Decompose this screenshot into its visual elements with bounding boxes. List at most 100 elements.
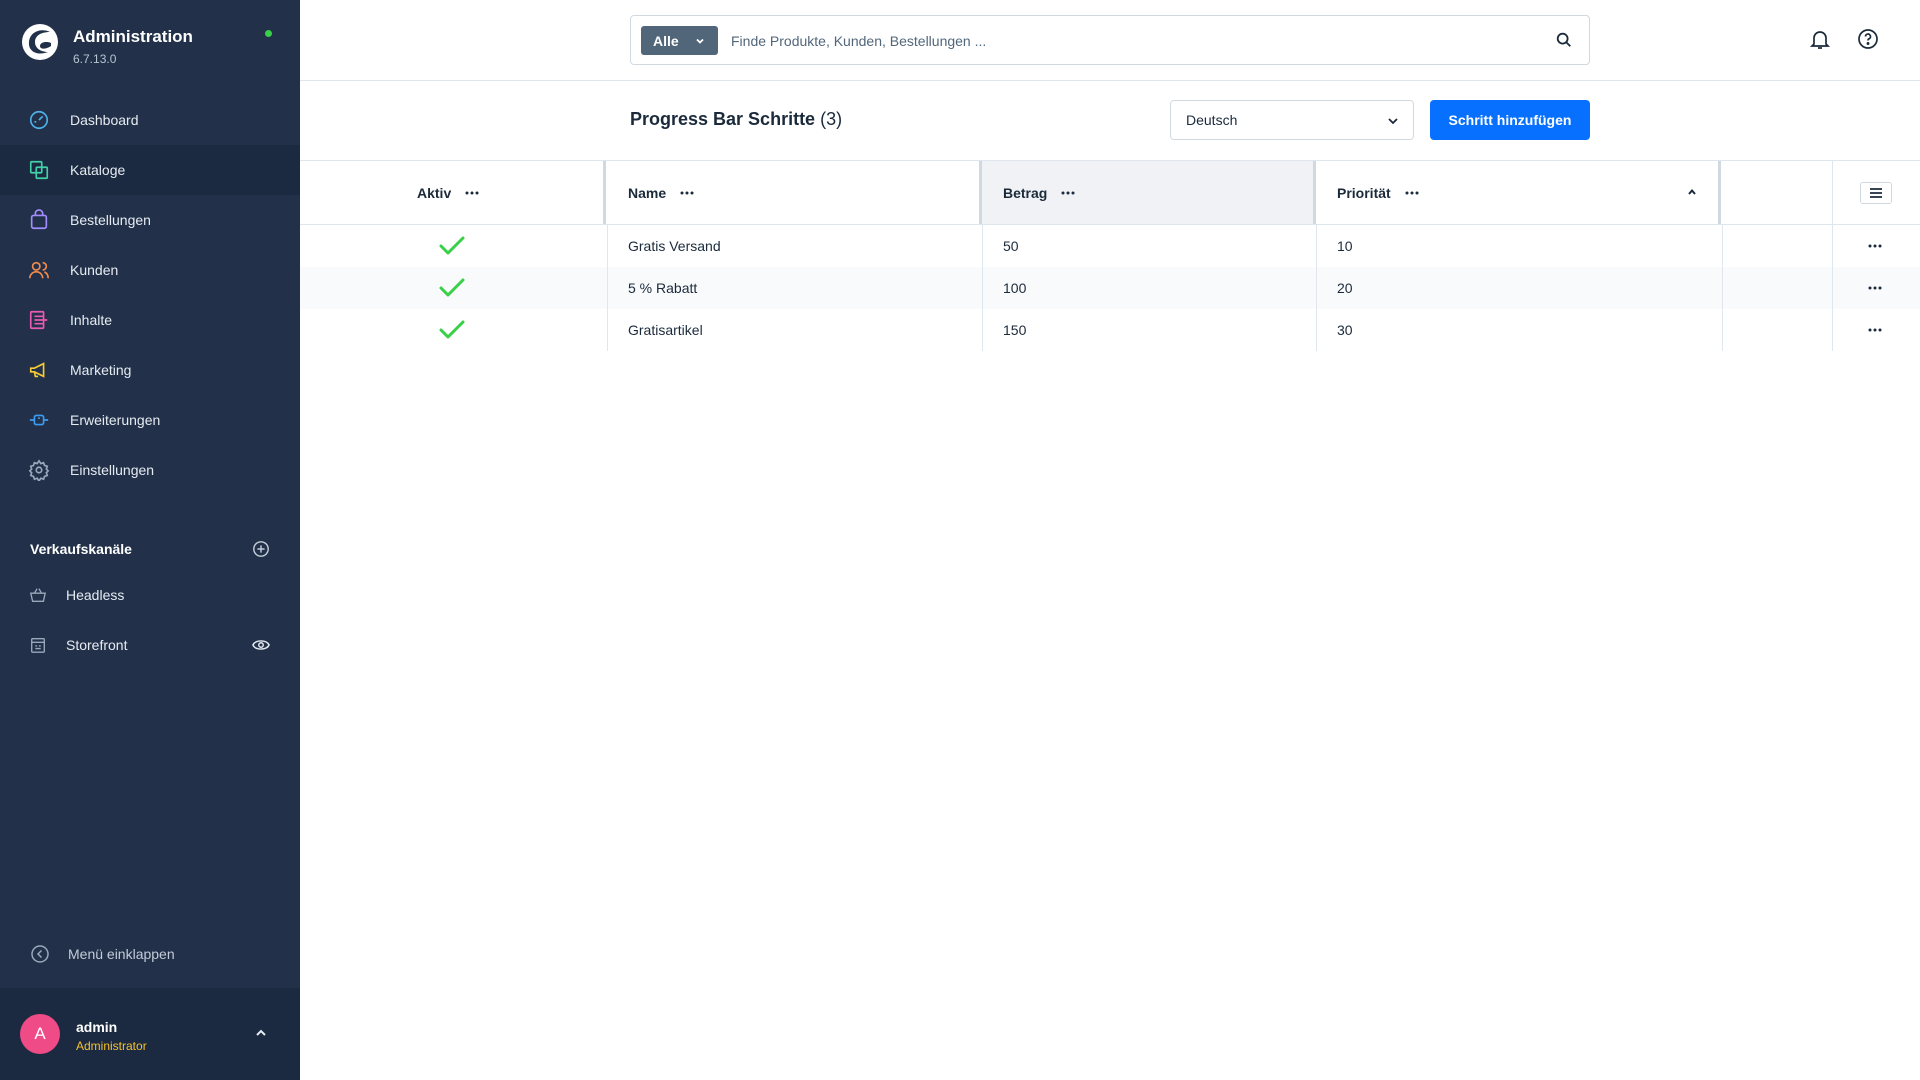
- column-divider: [982, 309, 983, 351]
- nav-label: Kunden: [70, 262, 119, 278]
- nav-item-content[interactable]: Inhalte: [0, 295, 300, 345]
- chevron-up-icon: [256, 1029, 266, 1036]
- shopware-logo-icon: [22, 24, 58, 60]
- nav-item-marketing[interactable]: Marketing: [0, 345, 300, 395]
- nav-label: Inhalte: [70, 312, 113, 328]
- top-bar: Alle: [300, 0, 1920, 81]
- basket-icon: [29, 586, 47, 604]
- collapse-menu-button[interactable]: Menü einklappen: [30, 944, 175, 964]
- search-icon[interactable]: [1555, 31, 1573, 49]
- more-icon[interactable]: [465, 191, 479, 195]
- cell-name: Gratis Versand: [628, 238, 721, 254]
- sales-channel-headless[interactable]: Headless: [0, 570, 300, 620]
- column-header-label: Name: [628, 184, 667, 201]
- sales-channel-list: Headless Storefront: [0, 570, 300, 670]
- column-divider: [607, 267, 608, 309]
- sort-ascending-icon[interactable]: [1687, 188, 1697, 196]
- storefront-icon: [29, 636, 47, 654]
- nav-item-settings[interactable]: Einstellungen: [0, 445, 300, 495]
- nav-label: Kataloge: [70, 162, 126, 178]
- column-divider: [1832, 309, 1833, 351]
- row-actions-icon[interactable]: [1868, 328, 1882, 332]
- cell-priority: 30: [1337, 322, 1353, 338]
- column-resize-handle[interactable]: [1313, 161, 1316, 224]
- column-divider: [1316, 225, 1317, 267]
- grid-settings-button[interactable]: [1860, 182, 1892, 204]
- add-step-button[interactable]: Schritt hinzufügen: [1430, 100, 1590, 140]
- row-actions-icon[interactable]: [1868, 244, 1882, 248]
- user-name: admin: [76, 1019, 118, 1035]
- nav-label: Dashboard: [70, 112, 139, 128]
- active-check: [439, 225, 465, 267]
- column-divider: [1316, 267, 1317, 309]
- help-icon[interactable]: [1857, 28, 1879, 50]
- page-title: Progress Bar Schritte (3): [630, 109, 842, 130]
- user-role: Administrator: [76, 1039, 147, 1053]
- page-title-text: Progress Bar Schritte: [630, 109, 816, 129]
- sales-channel-label: Headless: [66, 587, 125, 603]
- user-menu[interactable]: A admin Administrator: [0, 988, 300, 1080]
- content-icon: [28, 309, 50, 331]
- column-divider: [607, 225, 608, 267]
- chevron-down-icon: [696, 38, 704, 44]
- cell-amount: 50: [1003, 238, 1019, 254]
- row-actions-icon[interactable]: [1868, 286, 1882, 290]
- more-icon[interactable]: [1061, 191, 1075, 195]
- column-divider: [1722, 225, 1723, 267]
- chevron-left-circle-icon: [31, 945, 49, 963]
- nav-item-orders[interactable]: Bestellungen: [0, 195, 300, 245]
- dashboard-icon: [28, 109, 50, 131]
- add-circle-icon[interactable]: [252, 540, 270, 558]
- language-select[interactable]: Deutsch: [1170, 100, 1414, 140]
- active-check: [439, 267, 465, 309]
- active-check: [439, 309, 465, 351]
- shopping-bag-icon: [28, 209, 50, 231]
- nav-label: Erweiterungen: [70, 412, 161, 428]
- column-header-name[interactable]: Name: [628, 161, 694, 224]
- checkmark-icon: [439, 278, 465, 297]
- table-row[interactable]: Gratisartikel 150 30: [300, 309, 1920, 351]
- megaphone-icon: [28, 359, 50, 381]
- sales-channels-title: Verkaufskanäle: [30, 541, 132, 557]
- table-row[interactable]: 5 % Rabatt 100 20: [300, 267, 1920, 309]
- list-icon: [1870, 188, 1882, 198]
- main-nav: Dashboard Kataloge Bestellungen Kunden I…: [0, 95, 300, 495]
- column-resize-handle[interactable]: [603, 161, 606, 224]
- cell-name: 5 % Rabatt: [628, 280, 698, 296]
- sidebar: Administration 6.7.13.0 Dashboard Katalo…: [0, 0, 300, 1080]
- column-header-active[interactable]: Aktiv: [417, 161, 479, 224]
- brand[interactable]: Administration 6.7.13.0: [20, 22, 280, 68]
- status-dot: [265, 30, 272, 37]
- more-icon[interactable]: [1405, 191, 1419, 195]
- cell-amount: 100: [1003, 280, 1027, 296]
- column-resize-handle[interactable]: [1718, 161, 1721, 224]
- nav-item-dashboard[interactable]: Dashboard: [0, 95, 300, 145]
- sales-channel-storefront[interactable]: Storefront: [0, 620, 300, 670]
- column-divider: [1832, 225, 1833, 267]
- more-icon[interactable]: [680, 191, 694, 195]
- nav-label: Einstellungen: [70, 462, 155, 478]
- table-row[interactable]: Gratis Versand 50 10: [300, 225, 1920, 267]
- grid-header: Aktiv Name Betrag Priorität: [300, 160, 1920, 225]
- column-divider: [1722, 309, 1723, 351]
- column-header-priority[interactable]: Priorität: [1337, 161, 1419, 224]
- app-version: 6.7.13.0: [73, 52, 117, 66]
- column-header-amount[interactable]: Betrag: [1003, 161, 1075, 224]
- column-divider: [982, 225, 983, 267]
- nav-item-catalog[interactable]: Kataloge: [0, 145, 300, 195]
- sales-channel-label: Storefront: [66, 637, 128, 653]
- bell-icon[interactable]: [1809, 28, 1831, 50]
- app-title: Administration: [73, 27, 193, 46]
- column-divider: [1832, 161, 1833, 224]
- nav-item-customers[interactable]: Kunden: [0, 245, 300, 295]
- column-resize-handle[interactable]: [979, 161, 982, 224]
- column-header-label: Aktiv: [417, 184, 452, 201]
- eye-icon[interactable]: [252, 637, 270, 653]
- gear-icon: [28, 459, 50, 481]
- sales-channels-header: Verkaufskanäle: [30, 538, 270, 560]
- nav-item-extensions[interactable]: Erweiterungen: [0, 395, 300, 445]
- column-divider: [1316, 309, 1317, 351]
- search-type-dropdown[interactable]: Alle: [641, 26, 718, 55]
- cell-amount: 150: [1003, 322, 1027, 338]
- search-input[interactable]: [731, 26, 1531, 55]
